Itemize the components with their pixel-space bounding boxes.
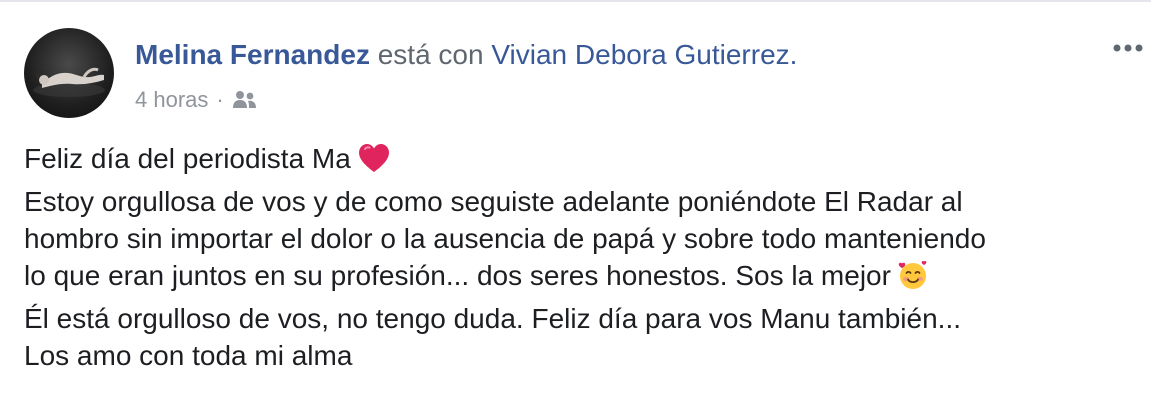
author-avatar[interactable] [24, 28, 114, 118]
friends-icon[interactable] [232, 90, 258, 110]
post-header: Melina Fernandez está con Vivian Debora … [135, 38, 797, 72]
with-text: está con [377, 39, 484, 70]
message-line-2: Estoy orgullosa de vos y de como seguist… [24, 186, 963, 217]
message-line-3: hombro sin importar el dolor o la ausenc… [24, 223, 986, 254]
avatar-photo [33, 67, 105, 97]
message-line-4: lo que eran juntos en su profesión... do… [24, 257, 1144, 300]
post-message: Feliz día del periodista Ma Estoy orgull… [24, 140, 1144, 374]
tagged-person-link[interactable]: Vivian Debora Gutierrez. [491, 39, 797, 70]
author-name-link[interactable]: Melina Fernandez [135, 39, 370, 70]
message-line-1-text: Feliz día del periodista Ma [24, 143, 351, 174]
facebook-post: Melina Fernandez está con Vivian Debora … [0, 0, 1151, 415]
red-heart-emoji [357, 142, 391, 183]
more-options-icon[interactable] [1112, 36, 1148, 60]
timestamp-link[interactable]: 4 horas [135, 87, 208, 113]
meta-separator: · [216, 87, 224, 112]
smiling-face-with-hearts-emoji [897, 259, 929, 300]
top-divider [0, 0, 1151, 2]
message-line-1: Feliz día del periodista Ma [24, 140, 1144, 183]
message-line-6: Los amo con toda mi alma [24, 340, 353, 371]
message-line-4-text: lo que eran juntos en su profesión... do… [24, 260, 891, 291]
post-meta: 4 horas · [135, 85, 258, 115]
message-line-5: Él está orgulloso de vos, no tengo duda.… [24, 303, 962, 334]
